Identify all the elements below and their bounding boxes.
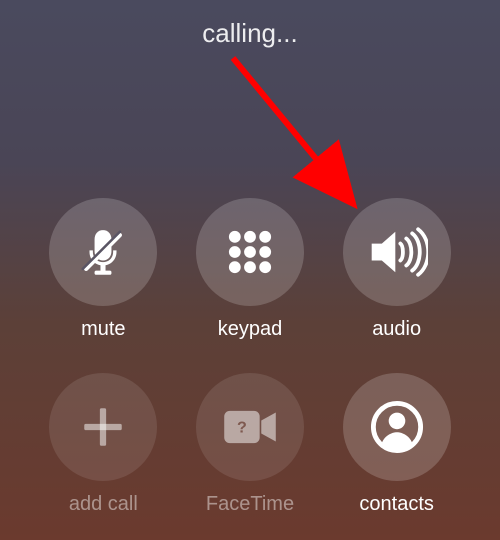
facetime-cell: ? FaceTime	[177, 373, 324, 516]
add-call-label: add call	[69, 493, 138, 516]
contacts-button[interactable]	[343, 373, 451, 481]
mute-icon	[76, 225, 130, 279]
keypad-button[interactable]	[196, 198, 304, 306]
mute-button[interactable]	[49, 198, 157, 306]
mute-label: mute	[81, 318, 125, 341]
contacts-cell: contacts	[323, 373, 470, 516]
audio-cell: audio	[323, 198, 470, 341]
keypad-cell: keypad	[177, 198, 324, 341]
video-icon: ?	[221, 405, 279, 449]
audio-label: audio	[372, 318, 421, 341]
add-call-cell: add call	[30, 373, 177, 516]
contacts-label: contacts	[359, 493, 433, 516]
plus-icon	[78, 402, 128, 452]
keypad-icon	[223, 225, 277, 279]
svg-text:?: ?	[237, 419, 247, 437]
facetime-button[interactable]: ?	[196, 373, 304, 481]
keypad-label: keypad	[218, 318, 283, 341]
audio-button[interactable]	[343, 198, 451, 306]
add-call-button[interactable]	[49, 373, 157, 481]
call-controls-grid: mute keypad	[0, 198, 500, 540]
call-status: calling...	[0, 0, 500, 49]
mute-cell: mute	[30, 198, 177, 341]
speaker-icon	[366, 225, 428, 279]
contacts-icon	[369, 399, 425, 455]
facetime-label: FaceTime	[206, 493, 294, 516]
